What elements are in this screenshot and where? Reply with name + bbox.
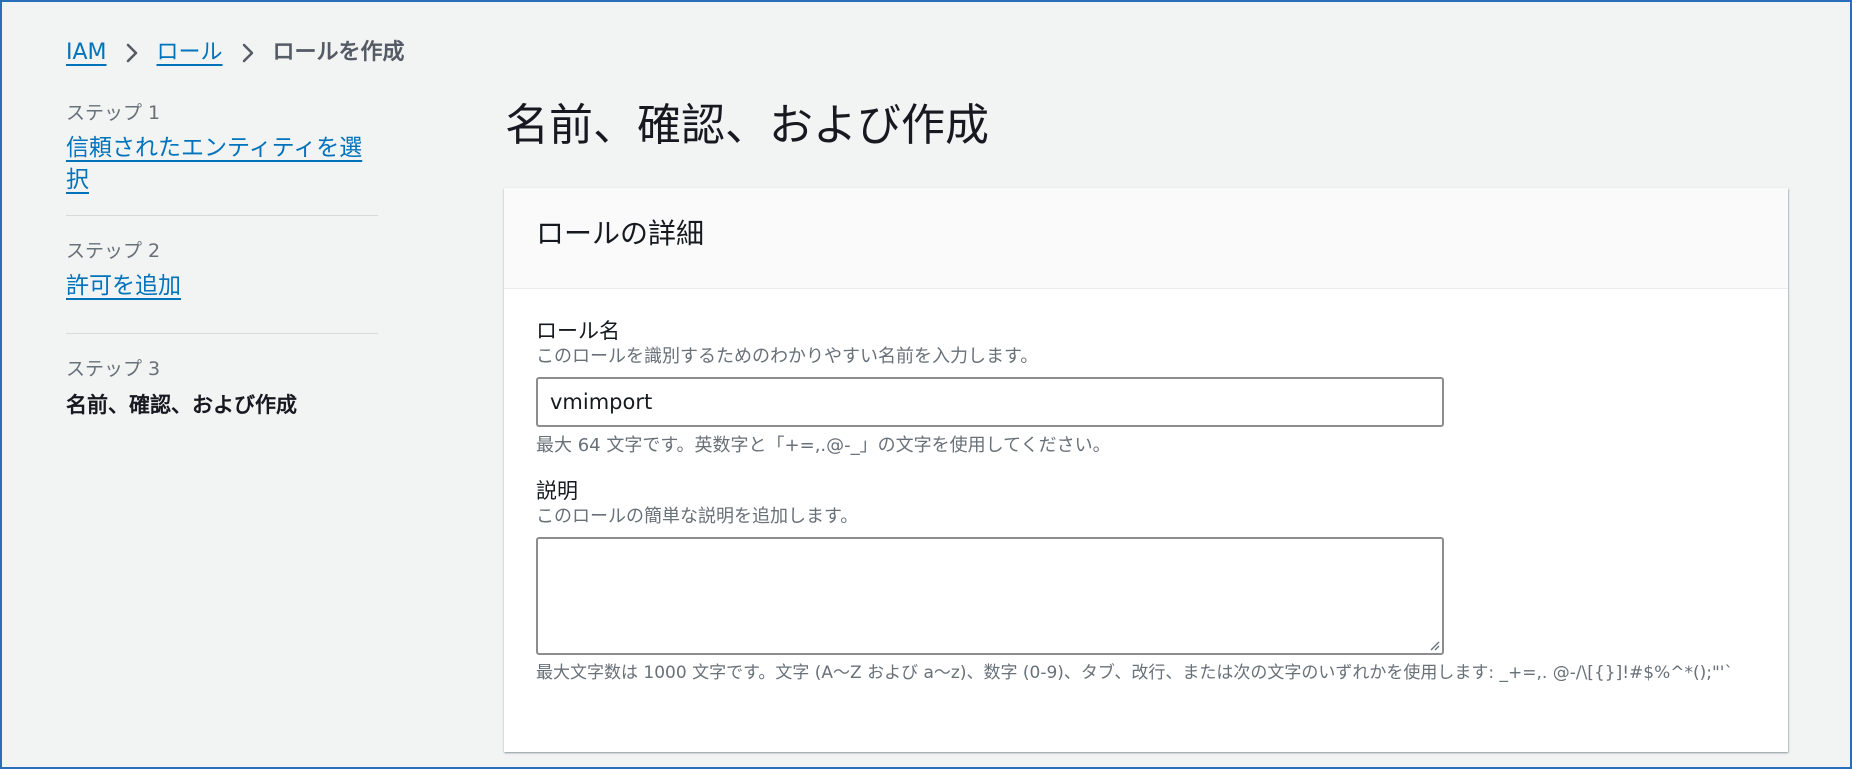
page-title: 名前、確認、および作成 <box>505 100 989 151</box>
role-name-label: ロール名 <box>536 319 620 343</box>
step-link-add-permissions[interactable]: 許可を追加 <box>66 270 181 302</box>
panel-body: ロール名 このロールを識別するためのわかりやすい名前を入力します。 最大 64 … <box>504 289 1788 685</box>
breadcrumb-link-roles[interactable]: ロール <box>157 38 223 68</box>
wizard-step-2: ステップ 2 許可を追加 <box>66 216 378 334</box>
step-link-select-trusted-entity[interactable]: 信頼されたエンティティを選択 <box>66 132 378 196</box>
chevron-right-icon <box>107 42 157 64</box>
description-help: このロールの簡単な説明を追加します。 <box>536 506 859 527</box>
panel-title: ロールの詳細 <box>536 217 705 250</box>
role-name-description: このロールを識別するためのわかりやすい名前を入力します。 <box>536 346 1039 367</box>
step-number-label: ステップ 1 <box>66 102 161 124</box>
description-field-group: 説明 このロールの簡単な説明を追加します。 最大文字数は 1000 文字です。文… <box>536 477 1756 685</box>
panel-header: ロールの詳細 <box>504 188 1788 289</box>
resize-handle-icon[interactable] <box>1428 639 1440 651</box>
description-textarea[interactable] <box>536 537 1444 655</box>
wizard-step-3: ステップ 3 名前、確認、および作成 <box>66 334 378 452</box>
wizard-steps-nav: ステップ 1 信頼されたエンティティを選択 ステップ 2 許可を追加 ステップ … <box>66 98 378 452</box>
description-constraint: 最大文字数は 1000 文字です。文字 (A～Z および a～z)、数字 (0-… <box>536 663 1733 683</box>
breadcrumb-current: ロールを作成 <box>272 40 405 65</box>
breadcrumb-link-iam[interactable]: IAM <box>66 38 107 68</box>
step-number-label: ステップ 3 <box>66 358 161 380</box>
role-name-input[interactable] <box>536 377 1444 427</box>
description-label: 説明 <box>536 479 578 503</box>
wizard-step-1: ステップ 1 信頼されたエンティティを選択 <box>66 98 378 216</box>
step-current-name-review-create: 名前、確認、および作成 <box>66 393 297 417</box>
role-name-constraint: 最大 64 文字です。英数字と「+=,.@-_」の文字を使用してください。 <box>536 435 1111 456</box>
description-textarea-wrapper <box>536 537 1444 655</box>
step-number-label: ステップ 2 <box>66 240 161 262</box>
breadcrumb: IAM ロール ロールを作成 <box>66 38 405 68</box>
role-details-panel: ロールの詳細 ロール名 このロールを識別するためのわかりやすい名前を入力します。… <box>504 188 1788 752</box>
chevron-right-icon <box>223 42 273 64</box>
window-frame: IAM ロール ロールを作成 ステップ 1 信頼されたエンティティを選択 ステッ… <box>0 0 1852 769</box>
role-name-field-group: ロール名 このロールを識別するためのわかりやすい名前を入力します。 最大 64 … <box>536 317 1756 459</box>
